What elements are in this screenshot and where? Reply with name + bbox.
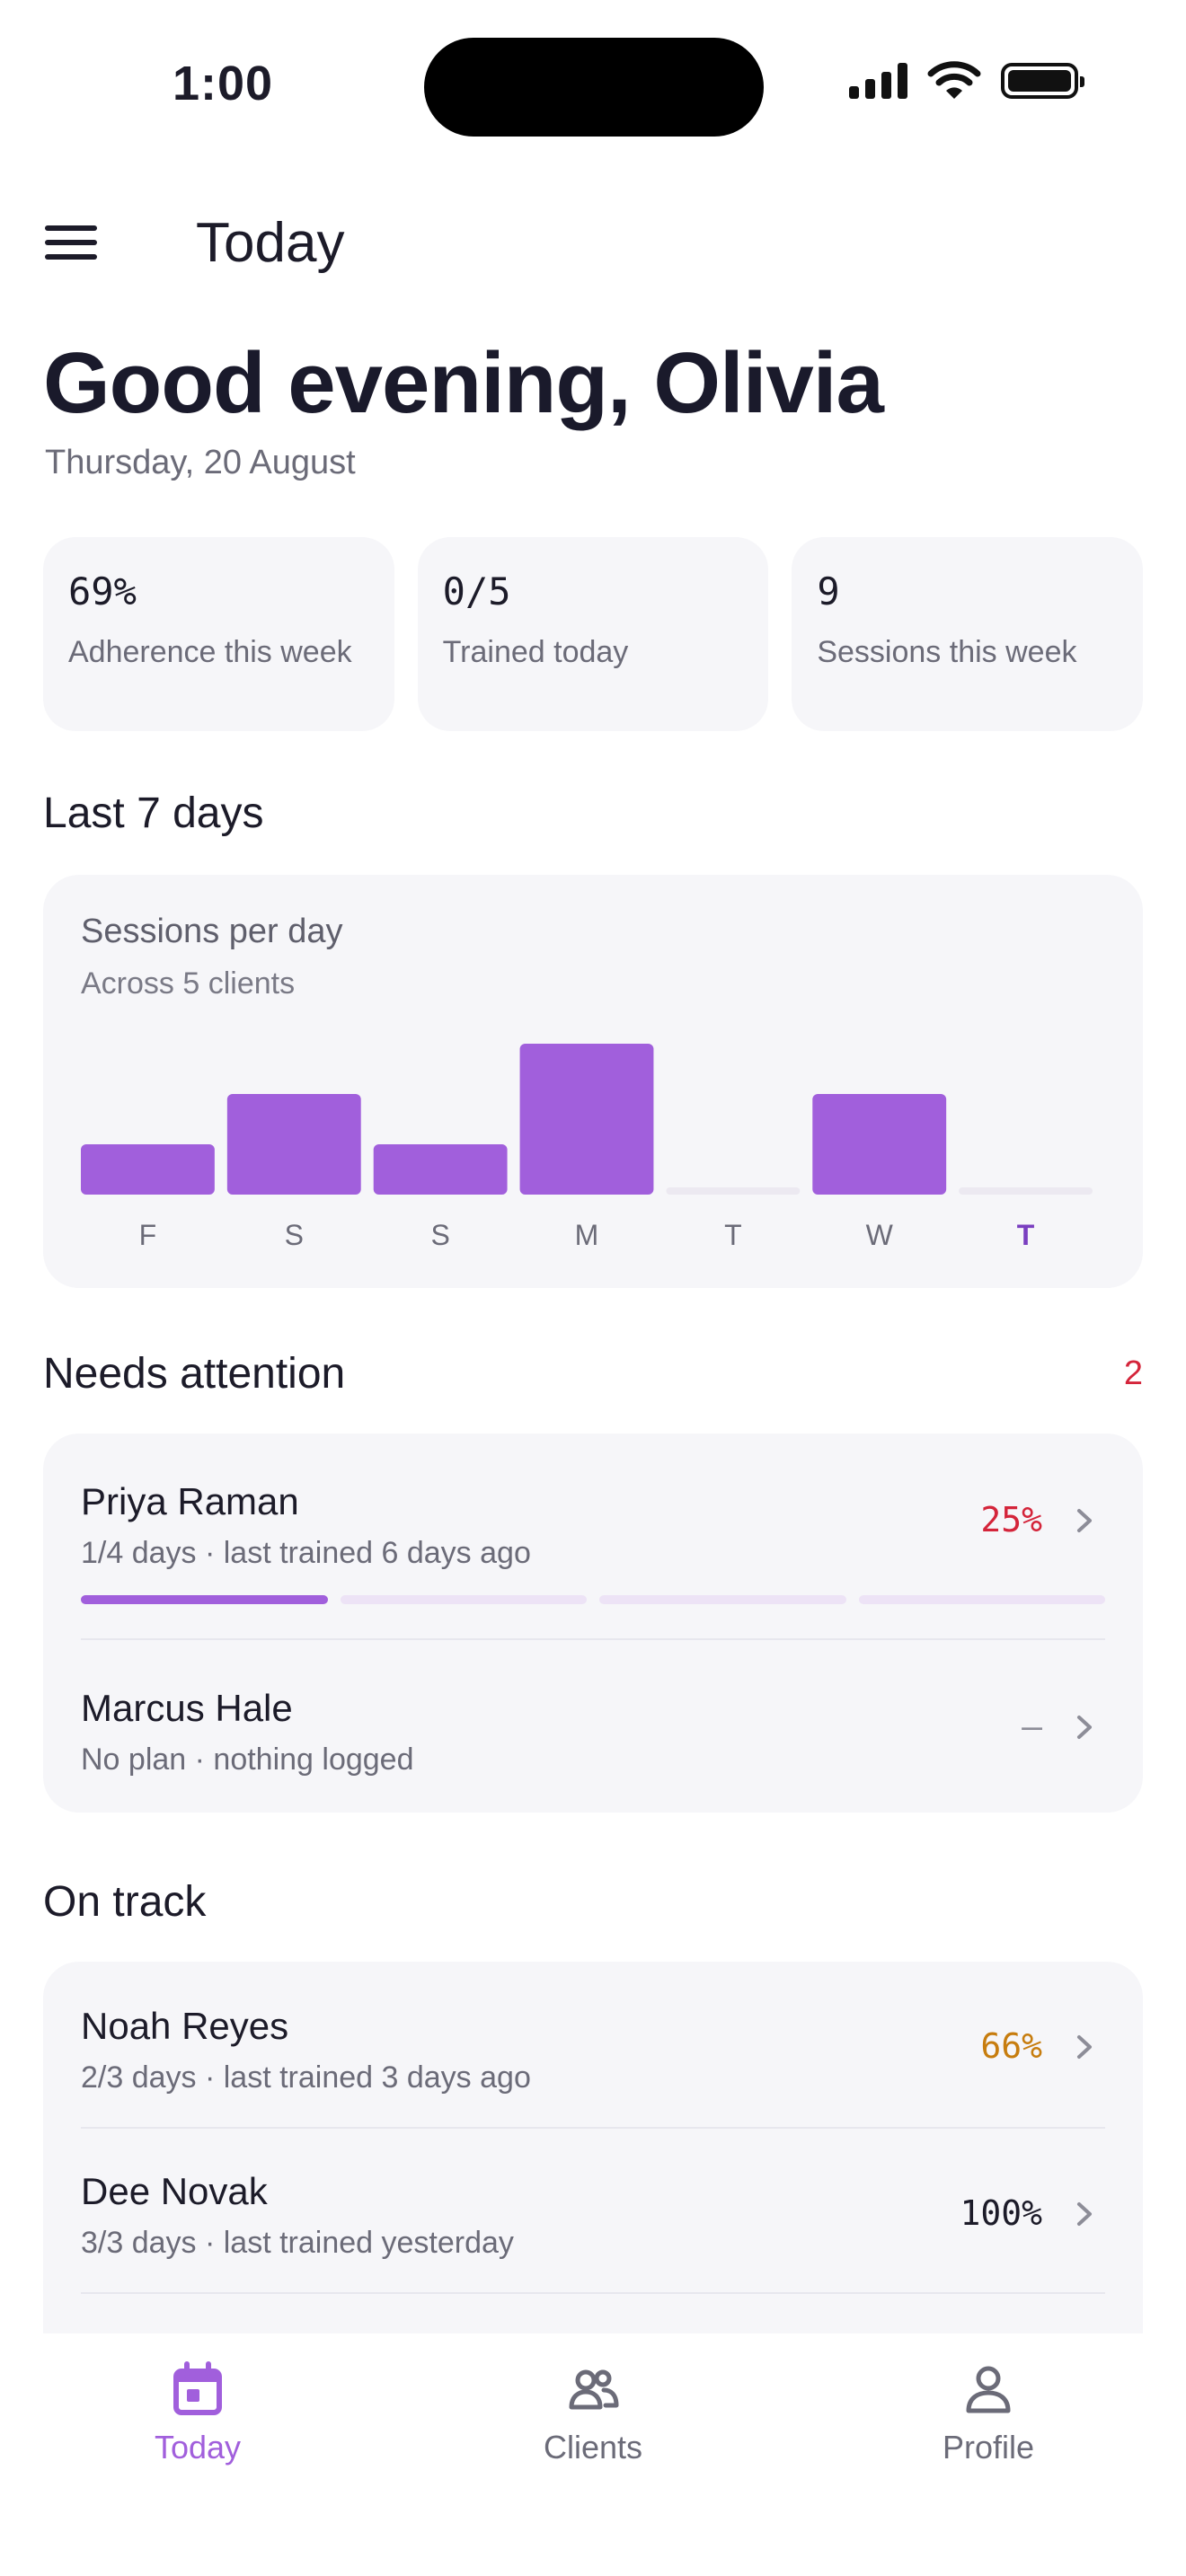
stat-card-trained-today: 0/5 Trained today xyxy=(417,537,769,731)
chart-x-label: T xyxy=(724,1219,742,1251)
needs-attention-count: 2 xyxy=(1123,1354,1143,1392)
chevron-right-icon xyxy=(1077,1509,1092,1532)
date-label: Thursday, 20 August xyxy=(45,444,356,481)
chart-x-label: F xyxy=(139,1219,157,1251)
client-row-noah-reyes[interactable]: Noah Reyes 2/3 days · last trained 3 day… xyxy=(81,1962,1105,2129)
menu-icon[interactable] xyxy=(43,220,99,265)
client-meta: 1/4 days · last trained 6 days ago xyxy=(81,1536,531,1570)
client-row-marcus-hale[interactable]: Marcus Hale No plan · nothing logged – xyxy=(81,1640,1105,1813)
page-title: Today xyxy=(196,211,345,274)
status-icons xyxy=(849,61,1084,101)
chart-bar xyxy=(81,1144,215,1195)
chevron-right-icon xyxy=(1077,2035,1092,2059)
stat-value: 69% xyxy=(68,569,137,613)
client-name: Dee Novak xyxy=(81,2170,268,2212)
chart-bar xyxy=(666,1187,801,1195)
client-meta: No plan · nothing logged xyxy=(81,1742,414,1777)
client-meta: 3/3 days · last trained yesterday xyxy=(81,2226,514,2260)
progress-segment xyxy=(858,1595,1105,1604)
tab-label: Profile xyxy=(942,2429,1035,2466)
section-title-last-7-days: Last 7 days xyxy=(43,790,264,837)
client-row-dee-novak[interactable]: Dee Novak 3/3 days · last trained yester… xyxy=(81,2129,1105,2294)
client-name: Priya Raman xyxy=(81,1480,299,1522)
chevron-right-icon xyxy=(1077,1716,1092,1739)
cellular-signal-icon xyxy=(849,63,907,99)
weekly-progress-bar xyxy=(81,1595,1105,1604)
chart-bar xyxy=(226,1094,361,1195)
sessions-chart-card: Sessions per day Across 5 clients FSSMTW… xyxy=(43,875,1143,1288)
chevron-right-icon xyxy=(1077,2202,1092,2226)
client-meta: 2/3 days · last trained 3 days ago xyxy=(81,2060,531,2095)
top-bar: Today xyxy=(43,207,1143,278)
stat-card-adherence: 69% Adherence this week xyxy=(43,537,394,731)
client-row-priya-raman[interactable]: Priya Raman 1/4 days · last trained 6 da… xyxy=(81,1434,1105,1640)
chart-bar xyxy=(959,1187,1093,1195)
chart-bar xyxy=(373,1144,508,1195)
needs-attention-list: Priya Raman 1/4 days · last trained 6 da… xyxy=(43,1434,1143,1813)
client-name: Marcus Hale xyxy=(81,1687,293,1729)
chart-x-label: S xyxy=(285,1219,304,1251)
stat-value: 9 xyxy=(817,569,840,613)
tab-clients[interactable]: Clients xyxy=(494,2360,692,2486)
chart-bar xyxy=(519,1044,654,1195)
chart-x-label: S xyxy=(430,1219,449,1251)
status-time: 1:00 xyxy=(173,57,274,110)
client-adherence: 100% xyxy=(960,2193,1042,2233)
progress-segment xyxy=(81,1595,328,1604)
tab-profile[interactable]: Profile xyxy=(890,2360,1087,2486)
stat-card-sessions-week: 9 Sessions this week xyxy=(792,537,1144,731)
status-bar: 1:00 xyxy=(0,0,1186,171)
dynamic-island xyxy=(424,38,764,137)
chart-bar xyxy=(812,1094,947,1195)
stats-row: 69% Adherence this week 0/5 Trained toda… xyxy=(43,537,1144,731)
wifi-icon xyxy=(927,61,981,99)
on-track-list: Noah Reyes 2/3 days · last trained 3 day… xyxy=(43,1962,1143,2357)
person-icon xyxy=(966,2366,1011,2413)
progress-segment xyxy=(599,1595,846,1604)
chart-x-label: T xyxy=(1017,1219,1035,1251)
bottom-tab-bar: Today Clients Profile xyxy=(0,2333,1186,2576)
client-name: Noah Reyes xyxy=(81,2005,289,2047)
battery-icon xyxy=(1001,63,1084,99)
stat-label: Sessions this week xyxy=(817,635,1077,669)
app-screen: 1:00 Today Good evening, Olivia Thursday… xyxy=(0,0,1186,2576)
section-title-on-track: On track xyxy=(43,1878,207,1926)
chart-x-label: M xyxy=(575,1219,599,1251)
chart-x-label: W xyxy=(866,1219,894,1251)
tab-label: Today xyxy=(154,2429,242,2466)
stat-value: 0/5 xyxy=(442,569,511,613)
sessions-bar-chart: FSSMTWT xyxy=(81,1044,1093,1251)
progress-segment xyxy=(340,1595,587,1604)
tab-label: Clients xyxy=(543,2429,643,2466)
stat-label: Trained today xyxy=(442,635,629,669)
section-title-needs-attention: Needs attention xyxy=(43,1350,346,1398)
calendar-icon xyxy=(173,2361,222,2415)
client-adherence: 25% xyxy=(980,1500,1042,1539)
tab-today[interactable]: Today xyxy=(99,2360,296,2486)
client-adherence: 66% xyxy=(980,2026,1042,2066)
greeting-heading: Good evening, Olivia xyxy=(43,335,884,431)
client-adherence: – xyxy=(1022,1707,1042,1746)
stat-label: Adherence this week xyxy=(68,635,352,669)
people-icon xyxy=(569,2369,619,2410)
